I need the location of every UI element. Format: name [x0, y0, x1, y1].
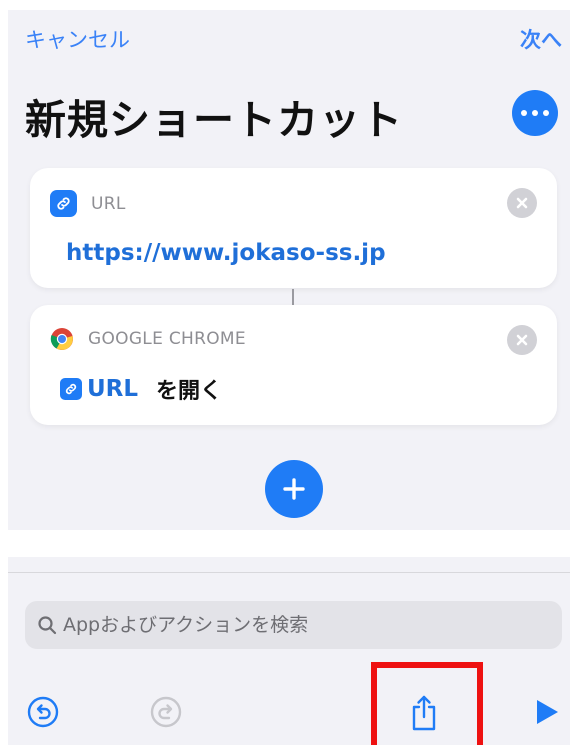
share-icon: [412, 695, 436, 731]
remove-action-button[interactable]: [507, 188, 537, 218]
action-label: を開く: [156, 379, 223, 404]
redo-button[interactable]: [149, 695, 183, 729]
action-search-panel: [8, 557, 570, 745]
add-action-button[interactable]: [265, 460, 323, 518]
link-icon: [60, 378, 82, 400]
card-type-label: GOOGLE CHROME: [88, 329, 246, 349]
url-variable-token[interactable]: URL: [60, 376, 138, 402]
card-header: URL: [50, 190, 126, 217]
undo-button[interactable]: [26, 695, 60, 729]
editor-panel: キャンセル 次へ 新規ショートカット URL https://www.jokas…: [8, 10, 570, 530]
divider: [8, 572, 570, 573]
play-icon: [537, 700, 558, 724]
remove-action-button[interactable]: [507, 325, 537, 355]
more-options-button[interactable]: [512, 90, 558, 136]
url-token-label: URL: [87, 376, 139, 402]
plus-icon: [283, 478, 305, 500]
url-value-field[interactable]: https://www.jokaso-ss.jp: [66, 240, 386, 266]
close-icon: [516, 197, 528, 209]
action-row: URL を開く: [60, 373, 222, 405]
cancel-button[interactable]: キャンセル: [25, 24, 130, 54]
undo-icon: [27, 696, 59, 728]
next-button[interactable]: 次へ: [520, 24, 562, 54]
ellipsis-icon: [519, 110, 552, 116]
search-bar[interactable]: [25, 601, 562, 649]
card-header: GOOGLE CHROME: [50, 327, 246, 351]
redo-icon: [150, 696, 182, 728]
search-icon: [37, 615, 57, 635]
share-button[interactable]: [407, 693, 441, 733]
open-url-action-card[interactable]: GOOGLE CHROME URL を開く: [30, 305, 557, 425]
run-shortcut-button[interactable]: [532, 697, 562, 727]
close-icon: [516, 334, 528, 346]
chrome-icon: [50, 327, 74, 351]
page-title: 新規ショートカット: [25, 96, 403, 144]
search-input[interactable]: [63, 614, 523, 636]
url-action-card[interactable]: URL https://www.jokaso-ss.jp: [30, 168, 557, 288]
action-connector: [292, 289, 294, 305]
link-icon: [50, 190, 77, 217]
card-type-label: URL: [91, 193, 126, 214]
